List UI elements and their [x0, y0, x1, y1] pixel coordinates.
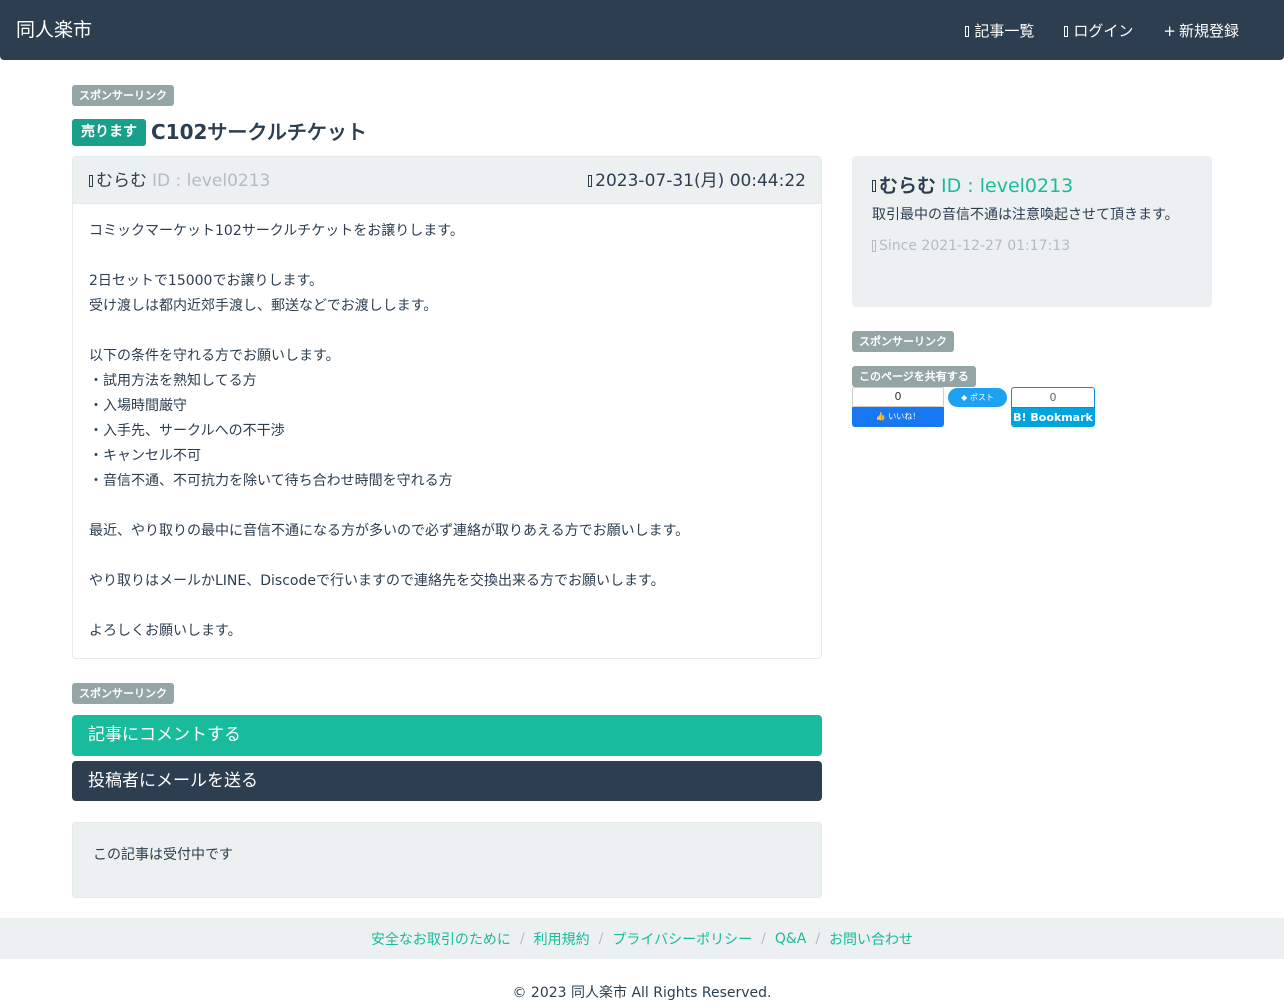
footer-link[interactable]: プライバシーポリシー	[612, 929, 752, 949]
profile-since-text: Since 2021-12-27 01:17:13	[879, 238, 1071, 254]
post-body-line: やり取りはメールかLINE、Discodeで行いますので連絡先を交換出来る方でお…	[89, 573, 665, 589]
post-body-line: 2日セットで15000でお譲りします。	[89, 273, 324, 289]
profile-description: 取引最中の音信不通は注意喚起させて頂きます。	[872, 207, 1179, 223]
nav-login-link[interactable]: ログイン	[1064, 19, 1133, 43]
nav-menu: 記事一覧 ログイン + 新規登録	[965, 19, 1239, 43]
post-title: C102サークルチケット	[151, 120, 367, 144]
sell-badge: 売ります	[72, 119, 146, 146]
facebook-like-label: 👍 いいね！	[852, 407, 944, 427]
post-body-line: ・入場時間厳守	[89, 398, 187, 414]
nav-login-label: ログイン	[1073, 22, 1134, 40]
hatena-bookmark-count: 0	[1011, 387, 1095, 408]
send-mail-button[interactable]: 投稿者にメールを送る	[72, 761, 822, 801]
post-author-id: ID : level0213	[152, 171, 271, 191]
post-body-line: ・試用方法を熟知してる方	[89, 373, 257, 389]
comment-button[interactable]: 記事にコメントする	[72, 715, 822, 756]
post-body-line: コミックマーケット102サークルチケットをお譲りします。	[89, 223, 464, 239]
sponsor-label-bottom: スポンサーリンク	[72, 683, 174, 704]
facebook-like-text: いいね！	[888, 412, 921, 421]
twitter-bird-icon: ◆	[961, 393, 968, 402]
post-body-line	[89, 544, 805, 569]
sponsor-label-top: スポンサーリンク	[72, 85, 174, 106]
status-notice: この記事は受付中です	[72, 822, 822, 898]
facebook-like-button[interactable]: 0 👍 いいね！	[852, 387, 944, 427]
post-title-row: 売ります C102サークルチケット	[72, 119, 367, 146]
brand-logo[interactable]: 同人楽市	[16, 17, 92, 43]
post-body-line	[89, 244, 805, 269]
copyright: © 2023 同人楽市 All Rights Reserved.	[512, 985, 772, 1001]
post-body-line: 受け渡しは都内近郊手渡し、郵送などでお渡しします。	[89, 298, 438, 314]
profile-author-id[interactable]: ID : level0213	[941, 172, 1073, 200]
footer-separator: /	[815, 930, 821, 947]
footer-link[interactable]: Q&A	[775, 931, 807, 947]
twitter-share-button[interactable]: ◆ ポスト	[948, 388, 1007, 407]
post-author-name[interactable]: むらむ	[96, 169, 147, 193]
hatena-bookmark-label: B! Bookmark	[1011, 408, 1095, 427]
share-buttons: 0 👍 いいね！ ◆ ポスト 0 B! Bookmark	[852, 387, 1112, 427]
thumbs-up-icon: 👍	[875, 412, 886, 421]
login-icon	[1064, 25, 1069, 37]
footer-links: 安全なお取引のために / 利用規約 / プライバシーポリシー / Q&A / お問い合わせ	[0, 918, 1284, 959]
nav-articles-link[interactable]: 記事一覧	[965, 19, 1034, 43]
post-body-line: 以下の条件を守れる方でお願いします。	[89, 348, 340, 364]
footer-separator: /	[761, 930, 766, 947]
profile-author: むらむ ID : level0213	[872, 172, 1192, 200]
post-body: コミックマーケット102サークルチケットをお譲りします。 2日セットで15000で…	[73, 204, 821, 658]
profile-since: Since 2021-12-27 01:17:13	[872, 238, 1192, 254]
post-body-line	[89, 594, 805, 619]
list-icon	[965, 25, 970, 37]
post-header: むらむ ID : level0213 2023-07-31(月) 00:44:2…	[73, 157, 821, 204]
clock-icon	[588, 175, 593, 187]
footer-link[interactable]: 利用規約	[534, 929, 590, 949]
plus-icon: +	[1163, 22, 1176, 40]
share-label: このページを共有する	[852, 366, 976, 387]
sponsor-label-side: スポンサーリンク	[852, 331, 954, 352]
post-body-line	[89, 319, 805, 344]
twitter-share-text: ポスト	[969, 393, 994, 402]
post-author: むらむ ID : level0213	[89, 169, 270, 193]
post-body-line: ・入手先、サークルへの不干渉	[89, 423, 285, 439]
nav-register-link[interactable]: + 新規登録	[1163, 19, 1239, 43]
footer-link[interactable]: お問い合わせ	[829, 929, 913, 949]
profile-author-name[interactable]: むらむ	[879, 172, 936, 200]
calendar-icon	[872, 240, 876, 252]
post-body-line	[89, 494, 805, 519]
post-body-line: 最近、やり取りの最中に音信不通になる方が多いので必ず連絡が取りあえる方でお願いし…	[89, 523, 690, 539]
navbar: 同人楽市 記事一覧 ログイン + 新規登録	[0, 0, 1284, 60]
footer-separator: /	[519, 930, 525, 947]
footer-separator: /	[598, 930, 604, 947]
post-body-line: よろしくお願いします。	[89, 623, 242, 639]
user-icon	[872, 180, 876, 192]
user-icon	[89, 175, 93, 187]
hatena-bookmark-button[interactable]: 0 B! Bookmark	[1011, 387, 1095, 427]
footer-link[interactable]: 安全なお取引のために	[371, 929, 511, 949]
post-body-line: ・音信不通、不可抗力を除いて待ち合わせ時間を守れる方	[89, 473, 453, 489]
post-date-text: 2023-07-31(月) 00:44:22	[595, 171, 806, 191]
facebook-like-count: 0	[852, 387, 944, 407]
post-body-line: ・キャンセル不可	[89, 448, 201, 464]
author-profile-card: むらむ ID : level0213 取引最中の音信不通は注意喚起させて頂きます…	[852, 156, 1212, 307]
nav-register-label: 新規登録	[1178, 22, 1239, 40]
post-date: 2023-07-31(月) 00:44:22	[588, 169, 806, 193]
nav-articles-label: 記事一覧	[974, 22, 1035, 40]
post-card: むらむ ID : level0213 2023-07-31(月) 00:44:2…	[72, 156, 822, 659]
